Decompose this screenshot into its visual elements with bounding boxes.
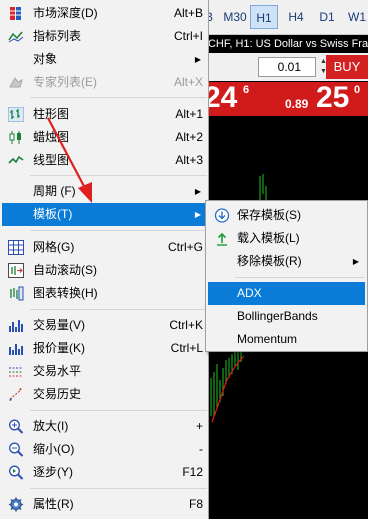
timeframe-button-m30[interactable]: M30: [220, 5, 250, 29]
menu-separator: [30, 410, 207, 411]
submenu-arrow-icon: ▶: [352, 257, 359, 266]
timeframe-button-d1[interactable]: D1: [314, 5, 340, 29]
buy-price-pip: 0: [354, 84, 361, 96]
chart-title: DCHF, H1: US Dollar vs Swiss Fran: [200, 35, 368, 53]
menu-item-bar-chart[interactable]: 柱形图 Alt+1: [2, 103, 207, 126]
menu-item-tick-volumes[interactable]: 报价量(K) Ctrl+L: [2, 337, 207, 360]
submenu-item-template-bollinger[interactable]: BollingerBands: [208, 305, 365, 328]
trade-levels-icon: [9, 367, 23, 377]
save-template-icon: [214, 208, 230, 223]
menu-item-candlesticks[interactable]: 蜡烛图 Alt+2: [2, 126, 207, 149]
tick-volumes-icon: [9, 344, 23, 355]
timeframe-button-h1[interactable]: H1: [250, 5, 278, 29]
menu-separator: [30, 309, 207, 310]
zoom-out-icon: [9, 442, 24, 457]
volumes-icon: [9, 320, 23, 332]
submenu-item-load-template[interactable]: 载入模板(L): [208, 227, 365, 250]
sell-price-pip: 6: [243, 84, 250, 96]
submenu-item-remove-template[interactable]: 移除模板(R) ▶: [208, 250, 365, 273]
candlestick-icon: [9, 131, 21, 144]
menu-item-templates[interactable]: 模板(T) ▶: [2, 203, 207, 226]
lots-input[interactable]: 0.01: [258, 57, 316, 77]
menu-item-trade-history[interactable]: 交易历史: [2, 383, 207, 406]
menu-item-auto-scroll[interactable]: 自动滚动(S): [2, 259, 207, 282]
menu-item-experts-list[interactable]: 专家列表(E) Alt+X: [2, 71, 207, 94]
grid-icon: [8, 240, 24, 255]
indicators-list-icon: [8, 31, 24, 43]
load-template-icon: [217, 232, 227, 246]
buy-price-prefix: 0.89: [285, 97, 309, 111]
menu-item-chart-shift[interactable]: 图表转换(H): [2, 282, 207, 305]
menu-separator: [30, 488, 207, 489]
submenu-item-save-template[interactable]: 保存模板(S): [208, 204, 365, 227]
menu-item-trade-levels[interactable]: 交易水平: [2, 360, 207, 383]
buy-button[interactable]: BUY: [326, 55, 368, 79]
experts-list-icon: [9, 77, 23, 88]
timeframe-button-h4[interactable]: H4: [282, 5, 310, 29]
menu-item-zoom-out[interactable]: 缩小(O) -: [2, 438, 207, 461]
line-chart-icon: [8, 155, 24, 164]
trade-history-icon: [9, 388, 22, 401]
menu-item-indicators-list[interactable]: 指标列表 Ctrl+I: [2, 25, 207, 48]
timeframe-toolbar: B M30 H1 H4 D1 W1: [200, 0, 368, 35]
menu-item-periods[interactable]: 周期 (F) ▶: [2, 180, 207, 203]
zoom-in-icon: [9, 419, 24, 434]
chart-context-menu: 市场深度(D) Alt+B 指标列表 Ctrl+I 对象 ▶ 专家列表(E) A…: [0, 0, 209, 519]
menu-item-zoom-in[interactable]: 放大(I) +: [2, 415, 207, 438]
menu-item-properties[interactable]: 属性(R) F8: [2, 493, 207, 516]
properties-gear-icon: [9, 497, 23, 512]
menu-separator: [30, 97, 207, 98]
menu-item-grid[interactable]: 网格(G) Ctrl+G: [2, 236, 207, 259]
auto-scroll-icon: [8, 263, 24, 278]
submenu-arrow-icon: ▶: [194, 187, 201, 196]
buy-price-big: 25: [316, 81, 350, 114]
menu-item-step-by-step[interactable]: 逐步(Y) F12: [2, 461, 207, 484]
timeframe-button-w1[interactable]: W1: [344, 5, 368, 29]
submenu-item-template-adx[interactable]: ADX: [208, 282, 365, 305]
bar-chart-icon: [8, 107, 24, 122]
sell-price-big: 24: [204, 81, 238, 114]
menu-separator: [30, 175, 207, 176]
chart-shift-icon: [10, 286, 24, 301]
menu-separator: [30, 230, 207, 231]
submenu-item-template-momentum[interactable]: Momentum: [208, 328, 365, 351]
submenu-arrow-icon: ▶: [194, 210, 201, 219]
submenu-arrow-icon: ▶: [194, 55, 201, 64]
menu-item-volumes[interactable]: 交易量(V) Ctrl+K: [2, 314, 207, 337]
market-depth-icon: [10, 7, 21, 20]
step-by-step-icon: [9, 465, 24, 480]
submenu-separator: [235, 277, 365, 278]
templates-submenu: 保存模板(S) 载入模板(L) 移除模板(R) ▶ ADX BollingerB…: [205, 200, 368, 352]
menu-item-line-chart[interactable]: 线型图 Alt+3: [2, 149, 207, 172]
menu-item-market-depth[interactable]: 市场深度(D) Alt+B: [2, 2, 207, 25]
menu-item-objects[interactable]: 对象 ▶: [2, 48, 207, 71]
